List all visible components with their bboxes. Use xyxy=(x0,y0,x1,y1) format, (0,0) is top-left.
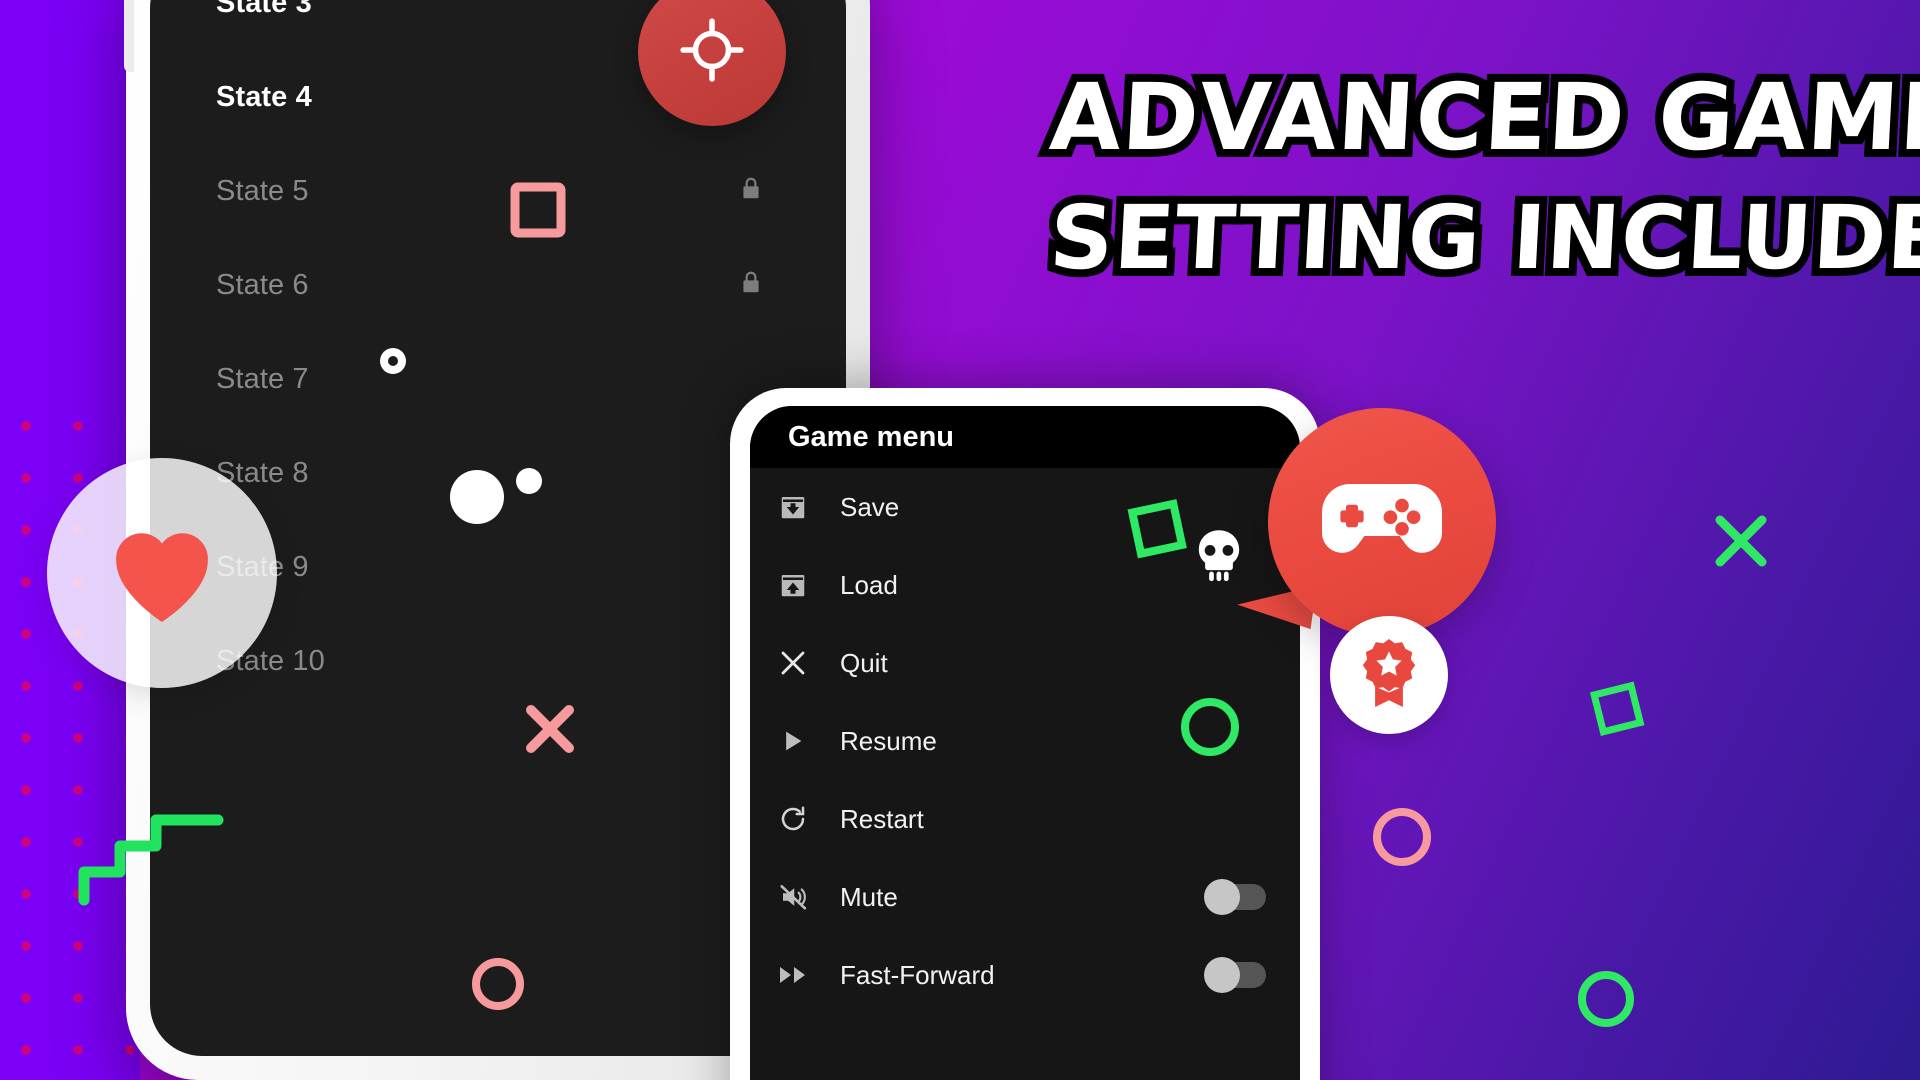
game-menu-title: Game menu xyxy=(788,420,954,453)
menu-item-restart[interactable]: Restart xyxy=(750,780,1300,858)
state-label: State 4 xyxy=(216,80,312,113)
state-list-item[interactable]: State 5 xyxy=(150,144,846,238)
toggle-knob xyxy=(1204,879,1240,915)
award-ribbon-icon xyxy=(1358,637,1420,714)
play-icon xyxy=(778,727,840,755)
state-label: State 6 xyxy=(216,268,309,301)
menu-item-quit[interactable]: Quit xyxy=(750,624,1300,702)
mute-toggle[interactable] xyxy=(1204,879,1266,915)
decor-green-x xyxy=(1710,510,1772,577)
crosshair-icon xyxy=(679,17,745,88)
heart-badge xyxy=(47,458,277,688)
gamepad-badge xyxy=(1268,408,1496,636)
phone-side-button[interactable] xyxy=(124,0,134,72)
load-box-up-icon xyxy=(778,570,840,600)
game-menu-header: Game menu xyxy=(750,406,1300,468)
refresh-icon xyxy=(778,804,840,834)
decor-pink-circle xyxy=(470,956,526,1017)
decor-pink-x xyxy=(522,701,578,762)
state-label: State 7 xyxy=(216,362,309,395)
menu-item-label: Quit xyxy=(840,647,888,678)
state-label: State 3 xyxy=(216,0,312,19)
menu-item-label: Save xyxy=(840,491,900,522)
state-list-item[interactable]: State 6 xyxy=(150,238,846,332)
menu-item-label: Mute xyxy=(840,881,898,912)
gamepad-icon xyxy=(1314,472,1450,573)
save-box-down-icon xyxy=(778,492,840,522)
toggle-knob xyxy=(1204,957,1240,993)
fast-forward-toggle[interactable] xyxy=(1204,957,1266,993)
menu-item-label: Restart xyxy=(840,803,924,834)
state-label: State 5 xyxy=(216,174,309,207)
menu-item-label: Fast-Forward xyxy=(840,959,995,990)
fast-forward-icon xyxy=(778,963,840,987)
lock-icon xyxy=(738,268,764,303)
decor-green-circle-outline xyxy=(1178,695,1242,764)
decor-green-square xyxy=(1120,492,1192,569)
close-x-icon xyxy=(778,648,840,678)
decor-green-zigzag xyxy=(78,800,228,915)
award-badge xyxy=(1330,616,1448,734)
decor-green-square-small xyxy=(1580,672,1652,749)
skull-icon xyxy=(1192,528,1246,589)
mute-icon xyxy=(778,882,840,912)
menu-item-mute[interactable]: Mute xyxy=(750,858,1300,936)
lock-icon xyxy=(738,174,764,209)
heart-icon xyxy=(100,515,224,632)
decor-pink-circle-right xyxy=(1370,805,1434,874)
decor-green-circle xyxy=(1575,968,1637,1035)
menu-item-fast-forward[interactable]: Fast-Forward xyxy=(750,936,1300,1014)
